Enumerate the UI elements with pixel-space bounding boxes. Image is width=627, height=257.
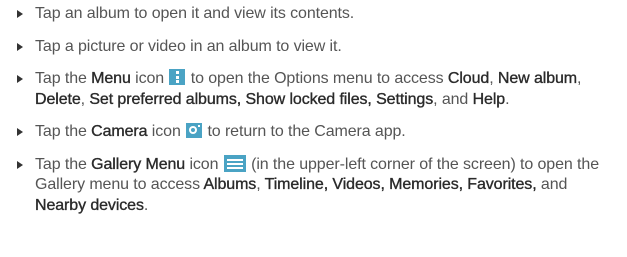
bullet-arrow-icon xyxy=(17,42,23,51)
text-fragment: to return to the Camera app. xyxy=(203,123,406,140)
term-settings: Settings xyxy=(376,90,434,108)
text-fragment: Tap the xyxy=(35,155,92,173)
term-help: Help xyxy=(472,90,506,108)
bullet-text: Tap an album to open it and view its con… xyxy=(35,5,355,22)
text-fragment: , xyxy=(577,70,582,87)
term-camera: Camera xyxy=(91,123,148,140)
gallery-menu-icon xyxy=(223,154,246,172)
menu-icon xyxy=(169,69,186,85)
term-gallery-menu: Gallery Menu xyxy=(91,155,186,173)
text-fragment: icon xyxy=(130,70,169,87)
term-set-preferred-albums: Set preferred albums, xyxy=(89,90,242,108)
instructions-page: Tap an album to open it and view its con… xyxy=(0,0,627,257)
bullet-open-album: Tap an album to open it and view its con… xyxy=(17,4,617,25)
bullet-text: Tap a picture or video in an album to vi… xyxy=(35,37,342,55)
text-fragment: icon xyxy=(185,155,223,173)
term-show-locked-files: Show locked files, xyxy=(245,90,372,108)
bullet-arrow-icon xyxy=(17,10,23,18)
bullet-arrow-icon xyxy=(17,75,23,83)
bullet-gallery-menu: Tap the Gallery Menu icon (in the upper-… xyxy=(17,154,617,217)
text-fragment: , xyxy=(489,70,498,87)
text-fragment: Tap the xyxy=(35,123,92,140)
text-fragment: Tap the xyxy=(35,70,92,87)
bullet-arrow-icon xyxy=(17,160,23,169)
term-albums: Albums xyxy=(203,176,257,193)
text-fragment: to open the Options menu to access xyxy=(186,70,448,87)
text-fragment: . xyxy=(143,196,149,214)
term-favorites: Favorites, xyxy=(467,176,537,193)
term-cloud: Cloud xyxy=(447,70,490,87)
text-fragment: and xyxy=(536,176,568,193)
term-menu: Menu xyxy=(91,70,131,87)
text-fragment: , xyxy=(256,176,265,193)
bullet-options-menu: Tap the Menu icon to open the Options me… xyxy=(17,69,617,110)
text-fragment: , and xyxy=(433,90,473,108)
term-timeline: Timeline, xyxy=(264,176,329,193)
term-new-album: New album xyxy=(497,70,578,87)
bullet-camera-return: Tap the Camera icon to return to the Cam… xyxy=(17,122,617,143)
camera-icon xyxy=(186,123,203,138)
bullet-list: Tap an album to open it and view its con… xyxy=(17,4,617,216)
bullet-arrow-icon xyxy=(17,128,23,136)
bullet-view-picture: Tap a picture or video in an album to vi… xyxy=(17,37,617,58)
term-delete: Delete xyxy=(35,90,81,108)
text-fragment: . xyxy=(505,90,510,108)
term-nearby-devices: Nearby devices xyxy=(35,196,144,214)
text-fragment: icon xyxy=(147,123,186,140)
term-videos: Videos, xyxy=(332,176,385,193)
term-memories: Memories, xyxy=(389,176,463,193)
